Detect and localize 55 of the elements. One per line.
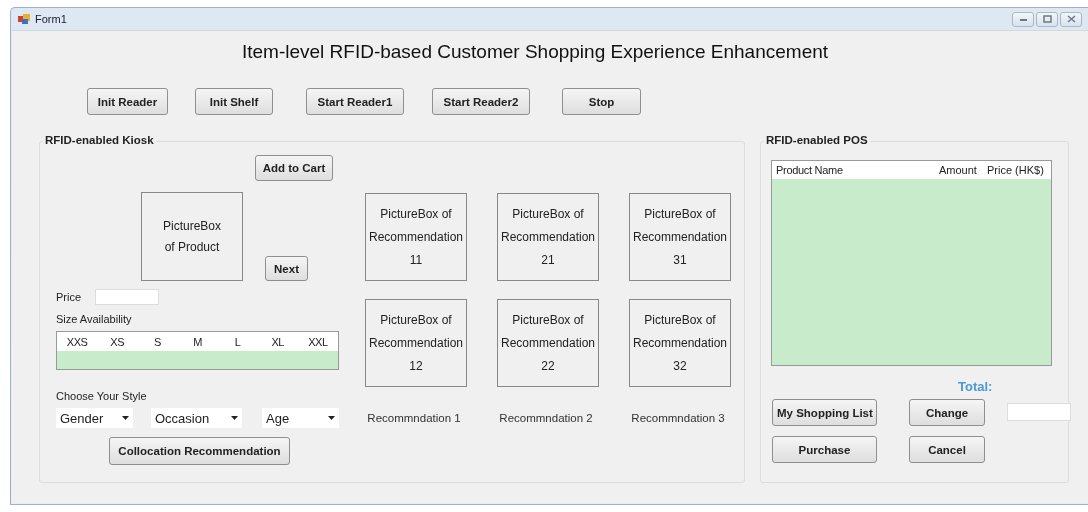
- style-label: Choose Your Style: [56, 390, 148, 402]
- price-label: Price: [56, 291, 82, 303]
- column-header: XXS: [65, 335, 89, 348]
- form-heading: Item-level RFID-based Customer Shopping Experience Enhancement: [240, 40, 830, 64]
- form-icon: [18, 14, 30, 24]
- group-title: RFID-enabled Kiosk: [43, 134, 156, 146]
- column-header: M: [192, 335, 203, 348]
- toolbar-button[interactable]: Init Shelf: [195, 88, 273, 115]
- toolbar-button[interactable]: Start Reader2: [432, 88, 530, 115]
- product-picture-box: PictureBox of Product: [141, 192, 243, 281]
- dropdown[interactable]: Occasion: [151, 408, 242, 428]
- caret-icon: [231, 416, 238, 420]
- column-header: XXL: [307, 335, 329, 348]
- recommendation-picture-box: PictureBox of Recommendation 32: [629, 299, 731, 387]
- total-field[interactable]: [1007, 403, 1071, 421]
- total-label: Total:: [958, 379, 994, 394]
- minimize-icon: [1018, 16, 1028, 22]
- recommendation-picture-box: PictureBox of Recommendation 21: [497, 193, 599, 281]
- caret-icon: [122, 416, 129, 420]
- close-icon: [1066, 15, 1076, 23]
- column-header: Price (HK$): [987, 164, 1045, 176]
- recommendation-picture-box: PictureBox of Recommendation 11: [365, 193, 467, 281]
- group-title: RFID-enabled POS: [764, 134, 870, 146]
- pos-button[interactable]: Purchase: [772, 436, 877, 463]
- toolbar-button[interactable]: Stop: [562, 88, 641, 115]
- toolbar-button[interactable]: Init Reader: [87, 88, 168, 115]
- minimize-button[interactable]: [1012, 11, 1034, 27]
- column-header: S: [152, 335, 162, 348]
- collocation-button[interactable]: Collocation Recommendation: [109, 437, 290, 465]
- next-button[interactable]: Next: [265, 256, 308, 281]
- recommendation-label: Recommndation 1: [366, 412, 462, 424]
- recommendation-picture-box: PictureBox of Recommendation 31: [629, 193, 731, 281]
- pos-button[interactable]: My Shopping List: [772, 399, 877, 426]
- recommendation-label: Recommndation 2: [498, 412, 594, 424]
- window-title: Form1: [35, 13, 67, 25]
- recommendation-label: Recommndation 3: [630, 412, 726, 424]
- size-label: Size Availability: [56, 313, 133, 325]
- toolbar-button[interactable]: Start Reader1: [306, 88, 404, 115]
- column-header: L: [233, 335, 242, 348]
- add-to-cart-button[interactable]: Add to Cart: [255, 155, 333, 181]
- dropdown[interactable]: Age: [262, 408, 339, 428]
- column-header: XS: [109, 335, 126, 348]
- column-header: Product Name: [775, 164, 844, 176]
- caret-icon: [328, 416, 335, 420]
- close-button[interactable]: [1060, 11, 1082, 27]
- maximize-icon: [1042, 15, 1052, 23]
- column-header: XL: [270, 335, 285, 348]
- pos-button[interactable]: Cancel: [909, 436, 985, 463]
- column-header: Amount: [939, 164, 978, 176]
- recommendation-picture-box: PictureBox of Recommendation 22: [497, 299, 599, 387]
- recommendation-picture-box: PictureBox of Recommendation 12: [365, 299, 467, 387]
- dropdown[interactable]: Gender: [56, 408, 133, 428]
- price-field[interactable]: [95, 289, 160, 305]
- pos-button[interactable]: Change: [909, 399, 985, 426]
- maximize-button[interactable]: [1036, 11, 1058, 27]
